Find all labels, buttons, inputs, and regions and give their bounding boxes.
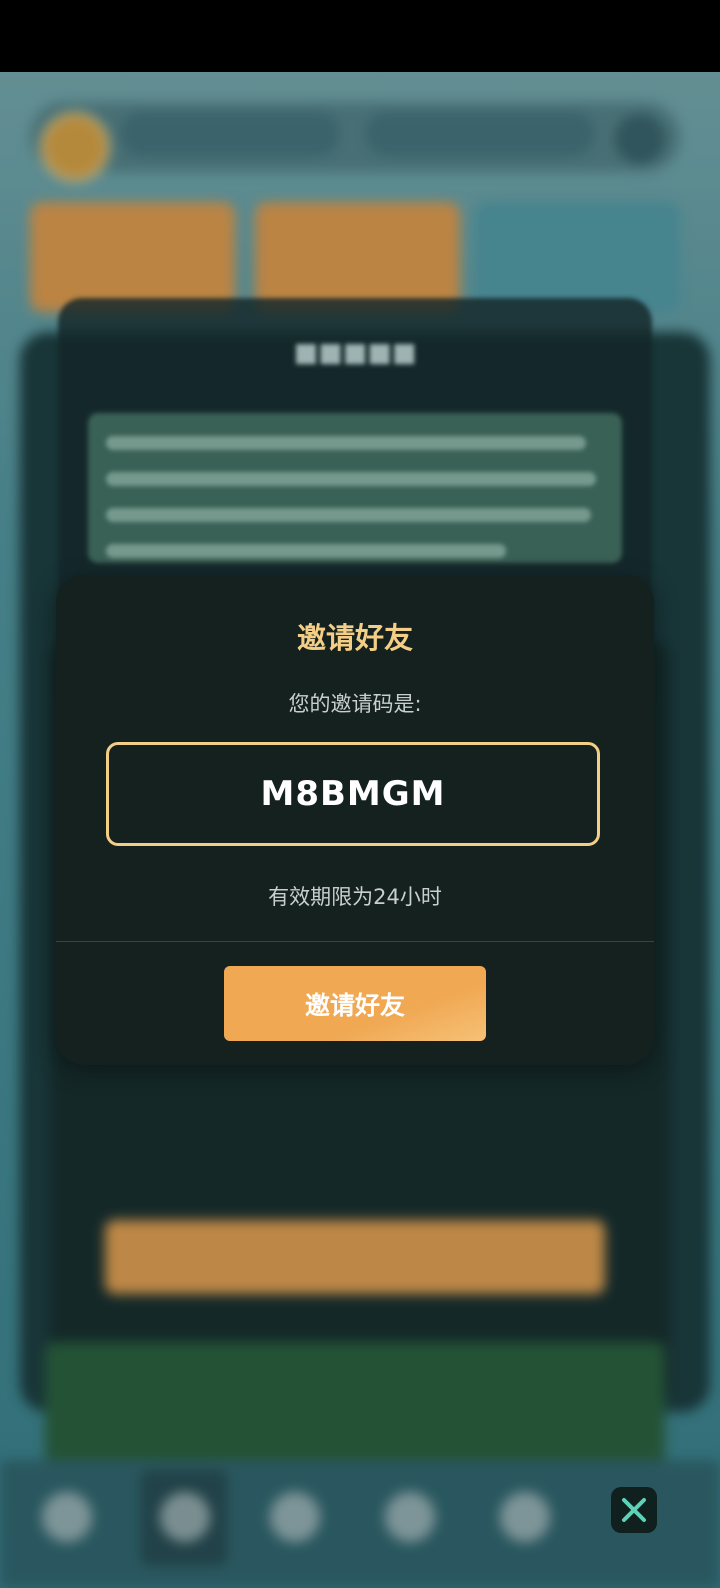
close-button[interactable] bbox=[611, 1487, 657, 1533]
close-icon bbox=[622, 1498, 646, 1522]
validity-text: 有效期限为24小时 bbox=[268, 885, 442, 909]
invite-code-label: 您的邀请码是: bbox=[288, 692, 422, 716]
background-dialog-title: ■■■■■ bbox=[293, 338, 417, 368]
background-dialog-text bbox=[106, 436, 606, 580]
invite-friend-dialog: 邀请好友 您的邀请码是: M8BMGM 有效期限为24小时 邀请好友 bbox=[56, 575, 654, 1065]
dialog-title: 邀请好友 bbox=[296, 621, 413, 655]
invite-friend-button[interactable]: 邀请好友 bbox=[224, 966, 486, 1041]
status-bar bbox=[0, 0, 720, 72]
invite-code-box[interactable]: M8BMGM bbox=[106, 742, 600, 846]
divider bbox=[56, 941, 654, 942]
invite-code-value[interactable]: M8BMGM bbox=[261, 774, 446, 814]
